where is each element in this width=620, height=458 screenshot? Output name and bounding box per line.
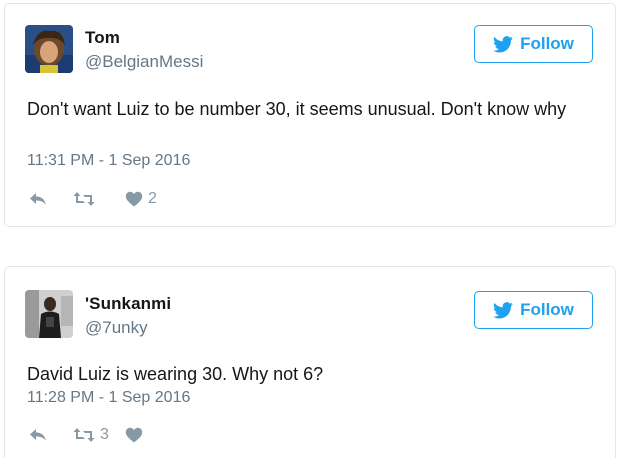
tweet-actions: 2 [29,189,157,209]
reply-button[interactable] [29,191,63,207]
avatar[interactable] [25,25,73,73]
like-count: 2 [148,190,157,207]
follow-button[interactable]: Follow [474,291,593,329]
tweet-card: 'Sunkanmi @7unky Follow David Luiz is we… [4,266,616,458]
reply-icon [29,191,47,207]
timestamp[interactable]: 11:28 PM - 1 Sep 2016 [27,389,190,407]
heart-icon [125,191,143,207]
user-handle[interactable]: @7unky [85,318,148,338]
user-name[interactable]: 'Sunkanmi [85,294,171,314]
retweet-count: 3 [100,426,109,443]
follow-button[interactable]: Follow [474,25,593,63]
heart-icon [125,427,143,443]
tweet-card: Tom @BelgianMessi Follow Don't want Luiz… [4,3,616,227]
timestamp[interactable]: 11:31 PM - 1 Sep 2016 [27,152,190,170]
like-button[interactable]: 2 [125,190,157,208]
tweet-actions: 3 [29,425,148,445]
like-button[interactable] [125,427,148,443]
twitter-bird-icon [493,301,514,319]
follow-label: Follow [520,300,574,319]
retweet-icon [73,427,95,443]
reply-button[interactable] [29,427,63,443]
avatar[interactable] [25,290,73,338]
twitter-bird-icon [493,35,514,53]
retweet-icon [73,191,95,207]
tweets-page: Tom @BelgianMessi Follow Don't want Luiz… [0,0,620,458]
follow-label: Follow [520,34,574,53]
reply-icon [29,427,47,443]
tweet-text: Don't want Luiz to be number 30, it seem… [27,99,567,119]
user-handle[interactable]: @BelgianMessi [85,52,203,72]
retweet-button[interactable]: 3 [73,426,121,444]
tweet-text: David Luiz is wearing 30. Why not 6? [27,364,324,384]
retweet-button[interactable] [73,191,121,207]
user-name[interactable]: Tom [85,28,120,48]
